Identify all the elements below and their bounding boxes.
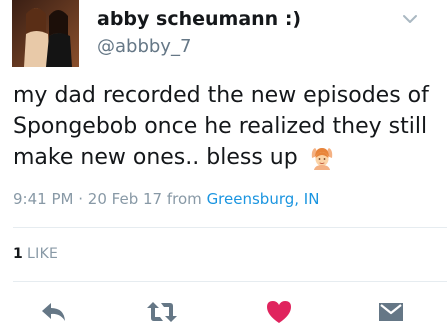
retweet-button[interactable] (146, 296, 178, 328)
direct-message-button[interactable] (375, 296, 407, 328)
user-handle[interactable]: @abbby_7 (97, 36, 191, 57)
avatar-photo (12, 0, 79, 67)
retweet-icon (147, 302, 177, 322)
display-name[interactable]: abby scheumann :) (97, 8, 301, 30)
meta-separator: · (78, 190, 84, 208)
divider (13, 227, 447, 228)
like-count-label: LIKE (27, 246, 59, 262)
heart-icon (267, 301, 291, 323)
person-raising-both-hands-icon (309, 144, 335, 170)
like-button[interactable] (263, 296, 295, 328)
reply-icon (42, 303, 65, 321)
divider (13, 281, 447, 282)
tweet-date[interactable]: 20 Feb 17 (88, 190, 162, 208)
location-link[interactable]: Greensburg, IN (207, 190, 320, 208)
chevron-down-icon[interactable] (399, 8, 421, 30)
avatar[interactable] (12, 0, 79, 67)
envelope-icon (379, 303, 403, 321)
tweet-meta: 9:41 PM · 20 Feb 17 from Greensburg, IN (13, 190, 319, 208)
tweet-time[interactable]: 9:41 PM (13, 190, 73, 208)
tweet-text-container: my dad recorded the new episodes of Spon… (13, 80, 438, 173)
like-count-row[interactable]: 1 LIKE (13, 246, 58, 262)
from-label: from (166, 190, 202, 208)
reply-button[interactable] (38, 296, 70, 328)
tweet-text: my dad recorded the new episodes of Spon… (13, 83, 429, 170)
like-count: 1 (13, 246, 24, 262)
